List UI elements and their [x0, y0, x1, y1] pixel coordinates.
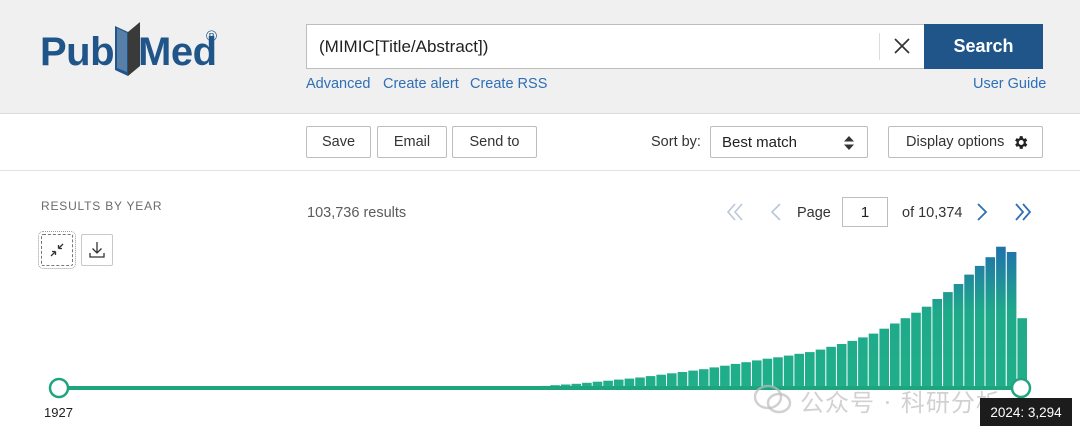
year-bar-2001[interactable] — [773, 357, 783, 388]
page-label: Page — [797, 205, 831, 221]
double-chevron-left-icon — [726, 203, 743, 221]
year-bar-1992[interactable] — [677, 372, 688, 388]
year-bar-2021[interactable] — [985, 257, 996, 388]
year-bar-2000[interactable] — [762, 358, 773, 388]
search-button[interactable]: Search — [924, 24, 1043, 69]
year-bar-2023[interactable] — [1006, 252, 1017, 388]
year-bar-2005[interactable] — [815, 349, 826, 388]
timeline-start-year: 1927 — [44, 405, 73, 420]
year-bar-1998[interactable] — [741, 362, 751, 388]
total-pages-label: of 10,374 — [902, 205, 963, 221]
results-count: 103,736 results — [307, 205, 407, 221]
year-bar-2019[interactable] — [964, 274, 974, 388]
year-bar-2008[interactable] — [847, 340, 858, 388]
registered-mark: ® — [206, 28, 218, 45]
search-box — [306, 24, 924, 69]
clear-search-button[interactable] — [887, 33, 917, 61]
chevron-right-icon — [977, 203, 988, 221]
email-button[interactable]: Email — [377, 126, 447, 158]
year-bar-2018[interactable] — [953, 284, 964, 388]
year-bar-1995[interactable] — [709, 367, 720, 388]
last-page-button[interactable] — [1011, 200, 1035, 229]
save-button[interactable]: Save — [306, 126, 371, 158]
previous-page-button[interactable] — [766, 200, 786, 229]
year-bar-2024[interactable] — [1017, 318, 1027, 388]
year-bar-1993[interactable] — [688, 370, 698, 388]
year-bar-2013[interactable] — [900, 318, 911, 388]
year-bar-2004[interactable] — [805, 352, 815, 388]
year-bar-2014[interactable] — [911, 312, 921, 388]
header: Pub Med ® Search Advanced Create alert C… — [0, 0, 1080, 114]
year-bar-2002[interactable] — [783, 355, 794, 388]
gear-icon — [1015, 135, 1028, 149]
year-bar-2015[interactable] — [921, 306, 932, 388]
year-bar-1997[interactable] — [730, 363, 741, 388]
logo-text-pub: Pub — [40, 30, 115, 74]
display-options-button[interactable]: Display options — [888, 126, 1043, 158]
user-guide-link[interactable]: User Guide — [973, 76, 1046, 92]
results-by-year-label: RESULTS BY YEAR — [41, 199, 163, 213]
year-bar-1999[interactable] — [752, 360, 762, 388]
year-bar-2012[interactable] — [890, 323, 900, 389]
sort-value: Best match — [722, 134, 798, 151]
sort-arrows-icon — [844, 136, 854, 150]
year-bar-1996[interactable] — [720, 365, 730, 388]
year-bar-2020[interactable] — [974, 265, 985, 388]
year-bar-2007[interactable] — [836, 344, 847, 388]
first-page-button[interactable] — [723, 200, 747, 229]
pubmed-logo[interactable]: Pub Med ® — [40, 20, 240, 86]
toolbar-divider — [0, 170, 1080, 171]
page-number-input[interactable] — [842, 197, 888, 227]
year-bars — [59, 246, 1027, 389]
sort-select[interactable]: Best match — [710, 126, 868, 158]
close-icon — [894, 38, 910, 54]
next-page-button[interactable] — [972, 200, 992, 229]
double-chevron-right-icon — [1015, 203, 1032, 221]
timeline-end-handle[interactable] — [1010, 377, 1032, 399]
advanced-link[interactable]: Advanced — [306, 76, 371, 92]
year-bar-2009[interactable] — [858, 337, 868, 388]
year-bar-1991[interactable] — [667, 373, 677, 388]
chevron-left-icon — [770, 203, 781, 221]
results-by-year-chart[interactable] — [0, 230, 1080, 400]
year-bar-1994[interactable] — [698, 369, 709, 388]
display-options-label: Display options — [906, 134, 1005, 150]
year-bar-2006[interactable] — [826, 346, 836, 388]
year-bar-2016[interactable] — [932, 299, 942, 388]
clear-separator — [879, 33, 880, 60]
year-bar-2011[interactable] — [879, 328, 889, 388]
search-input[interactable] — [307, 25, 877, 68]
year-bar-2003[interactable] — [794, 353, 804, 388]
year-tooltip: 2024: 3,294 — [980, 398, 1072, 426]
create-alert-link[interactable]: Create alert — [383, 76, 459, 92]
send-to-button[interactable]: Send to — [452, 126, 537, 158]
create-rss-link[interactable]: Create RSS — [470, 76, 547, 92]
sort-label: Sort by: — [651, 134, 701, 150]
timeline-start-handle[interactable] — [48, 377, 70, 399]
year-bar-2010[interactable] — [868, 333, 879, 388]
year-bar-2017[interactable] — [943, 292, 953, 388]
logo-text-med: Med — [138, 30, 217, 74]
year-bar-2022[interactable] — [996, 246, 1006, 388]
